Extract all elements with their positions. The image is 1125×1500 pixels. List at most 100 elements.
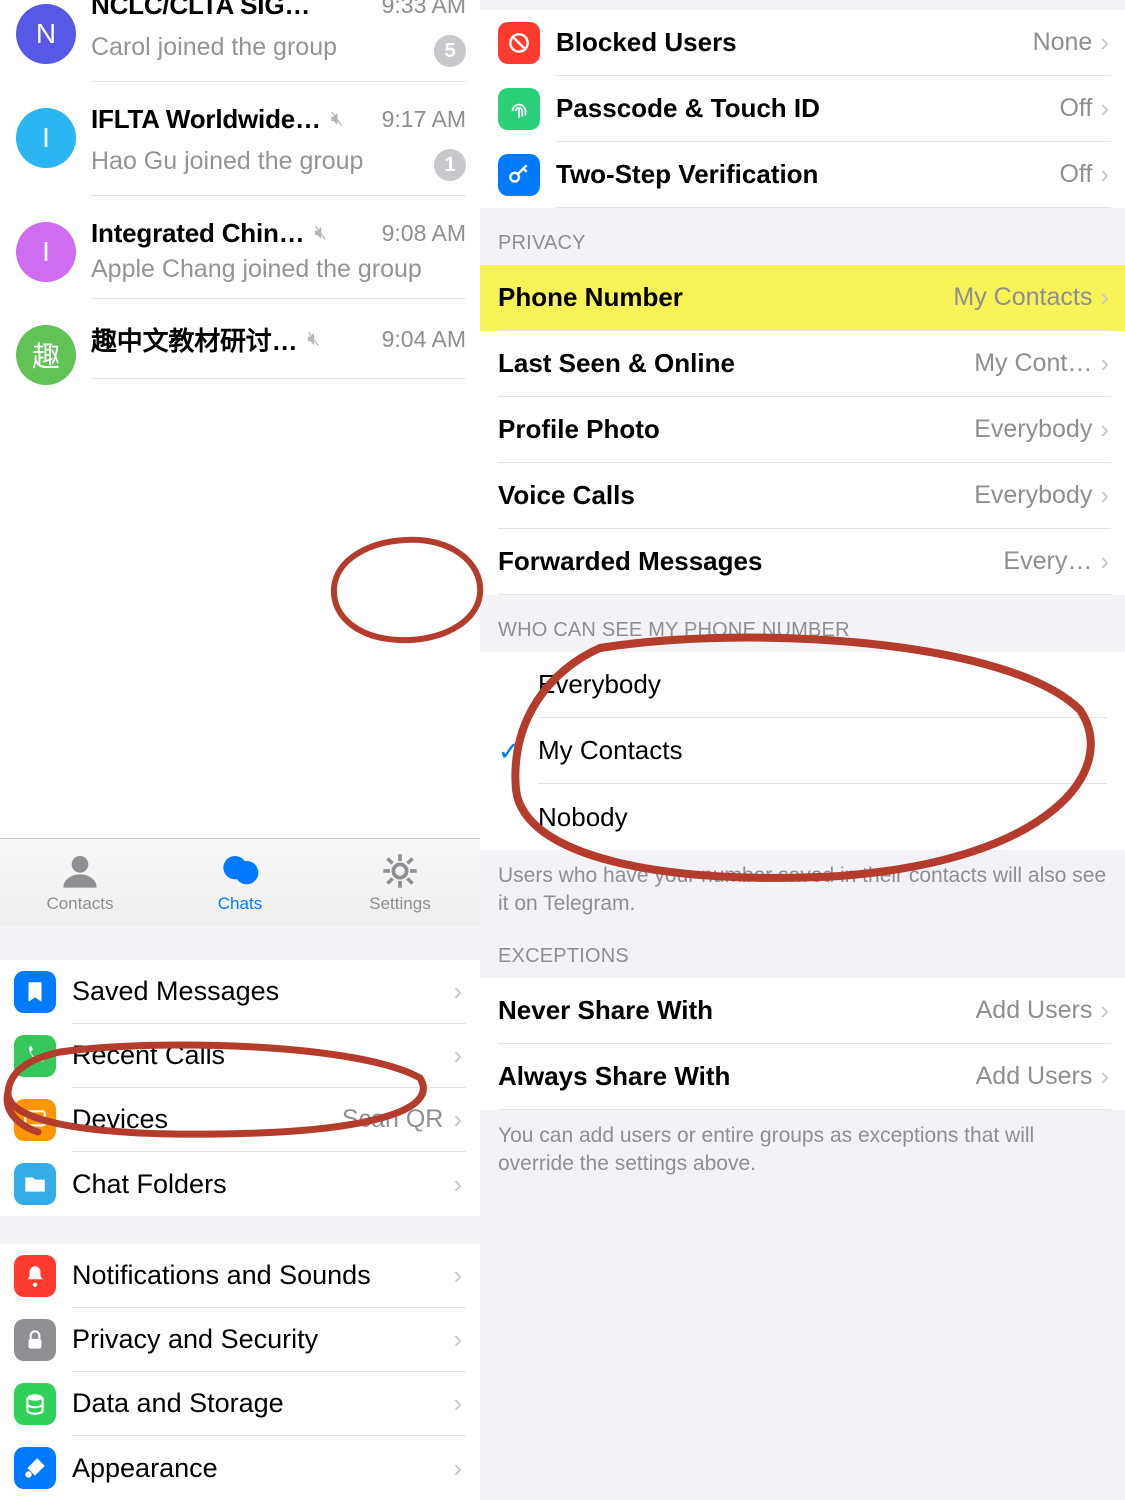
chat-title: Integrated Chin…	[91, 218, 304, 249]
privacy-row-forwarded-messages[interactable]: Forwarded Messages Every… ›	[480, 529, 1125, 595]
row-label: Devices	[72, 1104, 168, 1135]
settings-row-devices[interactable]: Devices Scan QR ›	[0, 1088, 480, 1152]
settings-row-data-and-storage[interactable]: Data and Storage ›	[0, 1372, 480, 1436]
row-value: Add Users	[976, 1062, 1093, 1091]
security-section: Blocked Users None › Passcode & Touch ID…	[480, 10, 1125, 208]
bell-icon	[14, 1255, 56, 1297]
security-row-passcode-touch-id[interactable]: Passcode & Touch ID Off ›	[480, 76, 1125, 142]
row-label: Phone Number	[498, 282, 683, 313]
monitor-icon	[14, 1099, 56, 1141]
chat-subtitle: Hao Gu joined the group	[91, 147, 434, 176]
row-label: Last Seen & Online	[498, 348, 735, 379]
row-value: My Contacts	[953, 283, 1092, 312]
chevron-right-icon: ›	[453, 1388, 462, 1419]
chat-row[interactable]: I IFLTA Worldwide… 🔇︎ 9:17 AM Hao Gu joi…	[0, 96, 480, 210]
exception-row-never-share-with[interactable]: Never Share With Add Users ›	[480, 978, 1125, 1044]
chevron-right-icon: ›	[1100, 282, 1109, 313]
privacy-row-voice-calls[interactable]: Voice Calls Everybody ›	[480, 463, 1125, 529]
unread-badge: 1	[434, 149, 466, 181]
row-label: Blocked Users	[556, 27, 737, 58]
key-icon	[498, 154, 540, 196]
chat-row[interactable]: 趣 趣中文教材研讨… 🔇︎ 9:04 AM	[0, 313, 480, 399]
row-label: Chat Folders	[72, 1169, 227, 1200]
chevron-right-icon: ›	[453, 1260, 462, 1291]
muted-icon: 🔇︎	[307, 328, 320, 351]
row-value: Everybody	[974, 415, 1092, 444]
tab-settings[interactable]: Settings	[320, 851, 480, 914]
chat-time: 9:17 AM	[382, 106, 466, 133]
contacts-icon	[60, 851, 100, 891]
row-label: Voice Calls	[498, 480, 635, 511]
avatar: 趣	[16, 325, 76, 385]
security-row-two-step-verification[interactable]: Two-Step Verification Off ›	[480, 142, 1125, 208]
chevron-right-icon: ›	[453, 1453, 462, 1484]
row-label: Always Share With	[498, 1061, 730, 1092]
who-option-everybody[interactable]: Everybody	[480, 652, 1125, 718]
settings-row-recent-calls[interactable]: Recent Calls ›	[0, 1024, 480, 1088]
chat-title: NCLC/CLTA SIG…	[91, 0, 310, 21]
option-label: Everybody	[538, 652, 1107, 718]
row-label: Never Share With	[498, 995, 713, 1026]
row-label: Privacy and Security	[72, 1324, 318, 1355]
privacy-row-last-seen-online[interactable]: Last Seen & Online My Cont… ›	[480, 331, 1125, 397]
privacy-section: Phone Number My Contacts › Last Seen & O…	[480, 265, 1125, 595]
settings-row-chat-folders[interactable]: Chat Folders ›	[0, 1152, 480, 1216]
checkmark-icon: ✓	[498, 736, 538, 767]
option-label: Nobody	[538, 784, 1107, 850]
tab-chats-label: Chats	[218, 894, 262, 914]
avatar: N	[16, 4, 76, 64]
db-icon	[14, 1383, 56, 1425]
gear-icon	[380, 851, 420, 891]
chevron-right-icon: ›	[453, 1324, 462, 1355]
settings-row-appearance[interactable]: Appearance ›	[0, 1436, 480, 1500]
chat-subtitle: Apple Chang joined the group	[91, 255, 466, 284]
chat-time: 9:08 AM	[382, 220, 466, 247]
block-icon	[498, 22, 540, 64]
settings-row-privacy-and-security[interactable]: Privacy and Security ›	[0, 1308, 480, 1372]
row-value: Off	[1059, 94, 1092, 123]
phone-icon	[14, 1035, 56, 1077]
who-footer: Users who have your number saved in thei…	[480, 850, 1125, 937]
privacy-row-phone-number[interactable]: Phone Number My Contacts ›	[480, 265, 1125, 331]
chat-title: 趣中文教材研讨…	[91, 321, 297, 358]
who-header: WHO CAN SEE MY PHONE NUMBER	[480, 595, 1125, 652]
chat-time: 9:04 AM	[382, 326, 466, 353]
privacy-row-profile-photo[interactable]: Profile Photo Everybody ›	[480, 397, 1125, 463]
chevron-right-icon: ›	[1100, 27, 1109, 58]
settings-row-saved-messages[interactable]: Saved Messages ›	[0, 960, 480, 1024]
chevron-right-icon: ›	[453, 1104, 462, 1135]
chevron-right-icon: ›	[453, 976, 462, 1007]
chat-row[interactable]: I Integrated Chin… 🔇︎ 9:08 AM Apple Chan…	[0, 210, 480, 313]
row-label: Appearance	[72, 1453, 218, 1484]
exception-row-always-share-with[interactable]: Always Share With Add Users ›	[480, 1044, 1125, 1110]
row-label: Profile Photo	[498, 414, 660, 445]
tab-chats[interactable]: Chats	[160, 851, 320, 914]
row-label: Data and Storage	[72, 1388, 284, 1419]
chevron-right-icon: ›	[1100, 480, 1109, 511]
tab-contacts[interactable]: Contacts	[0, 851, 160, 914]
chat-time: 9:33 AM	[382, 0, 466, 19]
row-value: Off	[1059, 160, 1092, 189]
exceptions-header: EXCEPTIONS	[480, 937, 1125, 978]
chevron-right-icon: ›	[1100, 414, 1109, 445]
privacy-header: PRIVACY	[480, 208, 1125, 265]
chat-list: N NCLC/CLTA SIG… 9:33 AM Carol joined th…	[0, 0, 480, 399]
exceptions-section: Never Share With Add Users › Always Shar…	[480, 978, 1125, 1110]
finger-icon	[498, 88, 540, 130]
row-value: Everybody	[974, 481, 1092, 510]
tab-contacts-label: Contacts	[46, 894, 113, 914]
row-value: Add Users	[976, 996, 1093, 1025]
chevron-right-icon: ›	[1100, 348, 1109, 379]
chevron-right-icon: ›	[453, 1040, 462, 1071]
row-label: Forwarded Messages	[498, 546, 762, 577]
folder-icon	[14, 1163, 56, 1205]
chevron-right-icon: ›	[1100, 159, 1109, 190]
chevron-right-icon: ›	[1100, 93, 1109, 124]
security-row-blocked-users[interactable]: Blocked Users None ›	[480, 10, 1125, 76]
settings-row-notifications-and-sounds[interactable]: Notifications and Sounds ›	[0, 1244, 480, 1308]
chat-row[interactable]: N NCLC/CLTA SIG… 9:33 AM Carol joined th…	[0, 0, 480, 96]
brush-icon	[14, 1447, 56, 1489]
who-option-nobody[interactable]: Nobody	[480, 784, 1125, 850]
who-option-my-contacts[interactable]: ✓ My Contacts	[480, 718, 1125, 784]
chevron-right-icon: ›	[1100, 546, 1109, 577]
